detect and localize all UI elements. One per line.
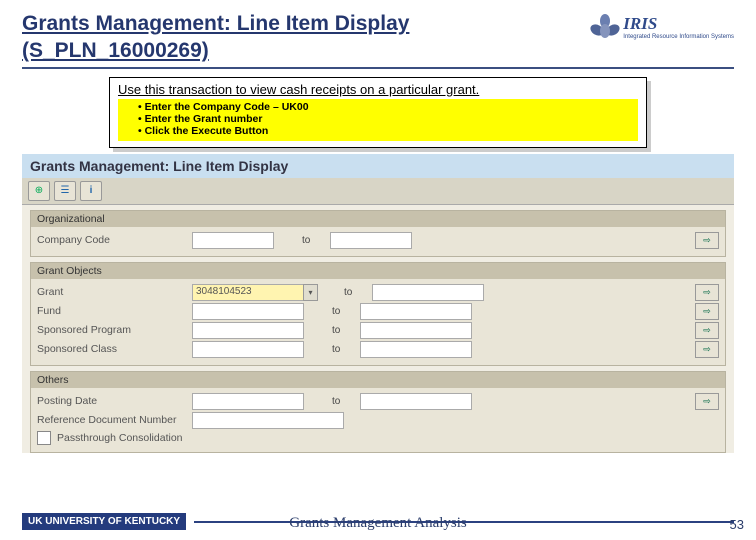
- posting-from[interactable]: [192, 393, 304, 410]
- multi-select-icon[interactable]: ⇨: [695, 232, 719, 249]
- panel-grant-objects: Grant Objects Grant 3048104523 ▾ to ⇨ Fu…: [30, 262, 726, 366]
- title-line-1: Grants Management: Line Item Display: [22, 12, 409, 35]
- row-passthrough: Passthrough Consolidation: [37, 430, 719, 446]
- sap-toolbar: ⊕ ☰ i: [22, 178, 734, 205]
- to-label: to: [332, 344, 350, 355]
- company-code-from[interactable]: [192, 232, 274, 249]
- multi-select-icon[interactable]: ⇨: [695, 322, 719, 339]
- panel-head: Others: [31, 372, 725, 388]
- to-label: to: [332, 306, 350, 317]
- company-code-to[interactable]: [330, 232, 412, 249]
- sap-window: Grants Management: Line Item Display ⊕ ☰…: [22, 154, 734, 453]
- to-label: to: [332, 396, 350, 407]
- sprog-label: Sponsored Program: [37, 324, 192, 336]
- company-code-label: Company Code: [37, 234, 192, 246]
- fund-to[interactable]: [360, 303, 472, 320]
- dropdown-icon[interactable]: ▾: [303, 284, 318, 301]
- grant-to[interactable]: [372, 284, 484, 301]
- title-line-2: (S_PLN_16000269): [22, 39, 209, 62]
- row-grant: Grant 3048104523 ▾ to ⇨: [37, 283, 719, 302]
- to-label: to: [302, 235, 320, 246]
- title-row: Grants Management: Line Item Display (S_…: [22, 10, 734, 69]
- instruction-main: Use this transaction to view cash receip…: [118, 82, 638, 97]
- row-sponsored-class: Sponsored Class to ⇨: [37, 340, 719, 359]
- iris-subtext: Integrated Resource Information Systems: [623, 34, 734, 40]
- posting-label: Posting Date: [37, 395, 192, 407]
- slide-title: Grants Management: Line Item Display (S_…: [22, 10, 591, 65]
- instruction-item: Enter the Grant number: [138, 113, 634, 125]
- footer-title: Grants Management Analysis: [0, 515, 756, 532]
- sclass-from[interactable]: [192, 341, 304, 358]
- instruction-box: Use this transaction to view cash receip…: [109, 77, 647, 148]
- posting-to[interactable]: [360, 393, 472, 410]
- execute-button[interactable]: ⊕: [28, 181, 50, 201]
- panel-others: Others Posting Date to ⇨ Reference Docum…: [30, 371, 726, 453]
- to-label: to: [332, 325, 350, 336]
- fund-label: Fund: [37, 305, 192, 317]
- panel-organizational: Organizational Company Code to ⇨: [30, 210, 726, 257]
- refdoc-field[interactable]: [192, 412, 344, 429]
- multi-select-icon[interactable]: ⇨: [695, 303, 719, 320]
- sap-window-title: Grants Management: Line Item Display: [22, 154, 734, 178]
- instruction-item: Click the Execute Button: [138, 125, 634, 137]
- fund-from[interactable]: [192, 303, 304, 320]
- row-company-code: Company Code to ⇨: [37, 231, 719, 250]
- sclass-label: Sponsored Class: [37, 343, 192, 355]
- row-posting-date: Posting Date to ⇨: [37, 392, 719, 411]
- row-fund: Fund to ⇨: [37, 302, 719, 321]
- grant-from[interactable]: 3048104523: [192, 284, 304, 301]
- info-button[interactable]: i: [80, 181, 102, 201]
- grant-label: Grant: [37, 286, 192, 298]
- sprog-from[interactable]: [192, 322, 304, 339]
- row-ref-doc: Reference Document Number: [37, 411, 719, 430]
- multi-select-icon[interactable]: ⇨: [695, 341, 719, 358]
- page-number: 53: [730, 517, 744, 532]
- to-label: to: [344, 287, 362, 298]
- sclass-to[interactable]: [360, 341, 472, 358]
- row-sponsored-program: Sponsored Program to ⇨: [37, 321, 719, 340]
- iris-logo: IRIS Integrated Resource Information Sys…: [591, 14, 734, 40]
- instruction-item: Enter the Company Code – UK00: [138, 101, 634, 113]
- multi-select-icon[interactable]: ⇨: [695, 393, 719, 410]
- instruction-list: Enter the Company Code – UK00 Enter the …: [118, 99, 638, 141]
- refdoc-label: Reference Document Number: [37, 414, 192, 426]
- multi-select-icon[interactable]: ⇨: [695, 284, 719, 301]
- variant-button[interactable]: ☰: [54, 181, 76, 201]
- passthrough-checkbox[interactable]: [37, 431, 51, 445]
- panel-head: Organizational: [31, 211, 725, 227]
- sprog-to[interactable]: [360, 322, 472, 339]
- passthrough-label: Passthrough Consolidation: [57, 432, 183, 444]
- iris-flower-icon: [591, 14, 619, 40]
- panel-head: Grant Objects: [31, 263, 725, 279]
- iris-text: IRIS: [623, 14, 734, 34]
